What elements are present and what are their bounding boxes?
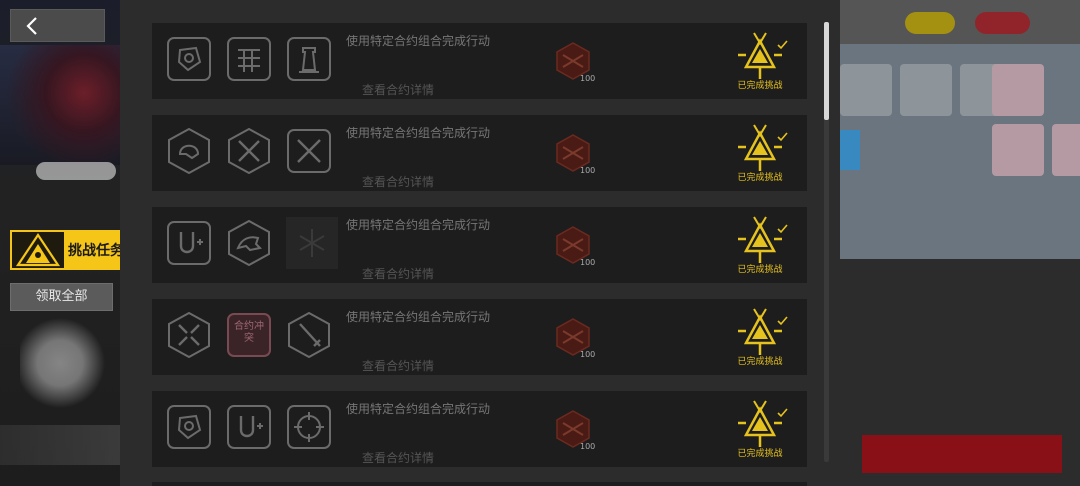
reward-quantity: 100 [580,350,596,359]
challenge-card: 使用特定合约组合完成行动 查看合约详情 100 已完成挑战 [152,115,807,191]
magnet-contract-icon [226,404,272,450]
challenge-complete-badge [738,400,788,447]
reward-item-icon[interactable]: 100 [555,409,595,455]
challenge-title: 使用特定合约组合完成行动 [346,34,491,48]
scrollbar-thumb[interactable] [824,22,829,120]
contract-conflict-label: 合约冲突 [234,321,264,344]
challenge-card: 使用特定合约组合完成行动 查看合约详情 100 已完成挑战 [152,207,807,283]
challenge-title: 使用特定合约组合完成行动 [346,126,491,140]
background-button [862,435,1062,473]
background-pill [36,162,116,180]
reward-item-icon[interactable]: 100 [555,133,595,179]
contract-conflict-icon: 合约冲突 [226,312,272,358]
challenge-complete-badge [738,124,788,171]
broken-swords-contract-icon [166,312,212,358]
challenge-tasks-label: 挑战任务 [68,243,124,259]
challenge-complete-badge [738,32,788,79]
crossed-swords-contract-icon [226,128,272,174]
tower-contract-icon [286,36,332,82]
claim-all-button[interactable]: 领取全部 [10,283,113,311]
view-contract-details-link[interactable]: 查看合约详情 [362,449,434,466]
challenge-status: 已完成挑战 [737,173,783,183]
shield-contract-icon [166,404,212,450]
challenge-status: 已完成挑战 [737,449,783,459]
challenge-status: 已完成挑战 [737,265,783,275]
reward-item-icon[interactable]: 100 [555,41,595,87]
reward-item-icon[interactable]: 100 [555,317,595,363]
crosshair-contract-icon [286,404,332,450]
view-contract-details-link[interactable]: 查看合约详情 [362,357,434,374]
challenge-card: 合约冲突 使用特定合约组合完成行动 查看合约详情 100 已完成挑战 [152,299,807,375]
challenge-title: 使用特定合约组合完成行动 [346,310,491,324]
snowflake-contract-icon [286,217,338,269]
challenge-title: 使用特定合约组合完成行动 [346,218,491,232]
dragon-contract-icon [226,220,272,266]
chevron-left-icon [26,17,37,35]
reward-quantity: 100 [580,258,596,267]
background-artwork [20,318,120,408]
crossed-swords-contract-icon [286,128,332,174]
helmet-contract-icon [166,128,212,174]
right-top-bar [840,0,1080,44]
shield-contract-icon [166,36,212,82]
challenge-complete-badge [738,216,788,263]
challenge-status: 已完成挑战 [737,357,783,367]
currency-pill [975,12,1030,34]
challenge-complete-badge [738,308,788,355]
warning-icon [12,232,64,268]
challenge-card: 使用特定合约组合完成行动 查看合约详情 100 已完成挑战 [152,23,807,99]
background-accent [840,130,860,170]
reward-quantity: 100 [580,74,596,83]
sword-contract-icon [286,312,332,358]
challenge-status: 已完成挑战 [737,81,783,91]
grid-contract-icon [226,36,272,82]
currency-pill [905,12,955,34]
challenge-card [152,482,807,486]
background-panel [840,44,1080,259]
reward-item-icon[interactable]: 100 [555,225,595,271]
view-contract-details-link[interactable]: 查看合约详情 [362,265,434,282]
background-artwork-bottom [0,425,120,465]
magnet-contract-icon [166,220,212,266]
back-button[interactable] [10,9,105,42]
operator-artwork [0,45,120,165]
challenge-list-panel: 使用特定合约组合完成行动 查看合约详情 100 已完成挑战 使用特定合约组合完成… [120,0,840,486]
challenge-title: 使用特定合约组合完成行动 [346,402,491,416]
reward-quantity: 100 [580,166,596,175]
challenge-card: 使用特定合约组合完成行动 查看合约详情 100 已完成挑战 [152,391,807,467]
view-contract-details-link[interactable]: 查看合约详情 [362,81,434,98]
view-contract-details-link[interactable]: 查看合约详情 [362,173,434,190]
reward-quantity: 100 [580,442,596,451]
scrollbar[interactable] [824,22,829,462]
